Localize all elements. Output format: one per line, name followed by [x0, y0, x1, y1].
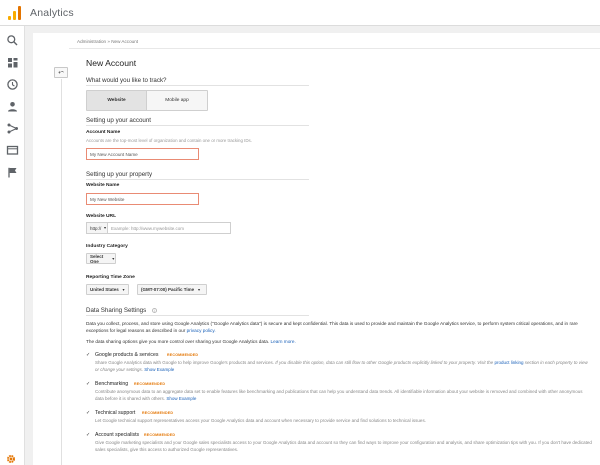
website-url-group: http://▼ Example: http://www.mywebsite.c… [86, 222, 231, 234]
track-option-mobile-app[interactable]: Mobile app [147, 91, 207, 110]
analytics-logo-icon[interactable] [6, 4, 24, 22]
timeline-rule [61, 79, 62, 465]
website-name-label: Website Name [86, 183, 120, 188]
option-label-benchmarking: Benchmarking [95, 381, 129, 387]
timezone-country-select[interactable]: United States ▼ [86, 284, 129, 295]
track-toggle: Website Mobile app [86, 90, 208, 111]
gear-icon[interactable] [6, 451, 16, 464]
caret-down-icon: ▼ [111, 256, 115, 261]
account-heading: Setting up your account [86, 117, 152, 124]
timezone-label: Reporting Time Zone [86, 275, 135, 280]
divider [86, 125, 309, 126]
url-protocol-select[interactable]: http://▼ [86, 222, 108, 234]
left-nav [0, 26, 25, 465]
industry-select[interactable]: Select One ▼ [86, 253, 116, 264]
industry-label: Industry Category [86, 244, 128, 249]
fork-icon[interactable] [6, 122, 19, 135]
option-label-account-specialists: Account specialists [95, 432, 140, 438]
breadcrumb[interactable]: Administration » New Account [77, 39, 138, 44]
track-heading: What would you like to track? [86, 77, 167, 84]
account-name-hint: Accounts are the top-most level of organ… [86, 138, 252, 143]
recommended-badge: RECOMMENDED [144, 433, 176, 437]
page-title: New Account [86, 58, 137, 68]
search-icon[interactable] [6, 34, 19, 47]
checkbox-google-products[interactable]: ✓ [86, 352, 91, 358]
dashboard-icon[interactable] [6, 56, 19, 69]
option-label-google-products: Google products & services [95, 352, 159, 358]
option-desc-account-specialists: Give Google marketing specialists and yo… [95, 440, 592, 452]
display-icon[interactable] [6, 144, 19, 157]
sharing-intro-2: The data sharing options give you more c… [86, 339, 296, 344]
recommended-badge: RECOMMENDED [142, 411, 174, 415]
privacy-policy-link[interactable]: privacy policy. [187, 328, 216, 333]
learn-more-link[interactable]: Learn more. [271, 339, 296, 344]
sharing-heading: Data Sharing Settings [86, 307, 147, 314]
divider [86, 179, 309, 180]
divider [86, 85, 309, 86]
main-panel: Administration » New Account ⬿ New Accou… [33, 33, 600, 465]
checkbox-account-specialists[interactable]: ✓ [86, 432, 91, 438]
option-desc-technical-support: Let Google technical support representat… [95, 418, 426, 423]
sharing-intro: Data you collect, process, and store usi… [86, 321, 578, 333]
caret-down-icon: ▼ [103, 226, 107, 230]
website-url-label: Website URL [86, 214, 117, 219]
track-option-website[interactable]: Website [87, 91, 147, 110]
product-linking-link[interactable]: product linking [494, 360, 523, 365]
info-icon[interactable]: i [152, 308, 157, 313]
recommended-badge: RECOMMENDED [167, 353, 199, 357]
checkbox-benchmarking[interactable]: ✓ [86, 381, 91, 387]
top-bar: Analytics [0, 0, 600, 26]
account-name-field[interactable]: My New Account Name [86, 148, 199, 160]
clock-icon[interactable] [6, 78, 19, 91]
checkbox-technical-support[interactable]: ✓ [86, 410, 91, 416]
website-url-input[interactable]: Example: http://www.mywebsite.com [108, 222, 231, 234]
flag-icon[interactable] [6, 166, 19, 179]
divider [86, 315, 309, 316]
timezone-zone-select[interactable]: (GMT-07:00) Pacific Time ▼ [137, 284, 207, 295]
caret-down-icon: ▼ [121, 287, 126, 292]
app-title: Analytics [30, 6, 74, 19]
option-label-technical-support: Technical support [95, 410, 136, 416]
breadcrumb-divider [69, 48, 600, 49]
person-icon[interactable] [6, 100, 19, 113]
property-heading: Setting up your property [86, 171, 153, 178]
account-name-label: Account Name [86, 130, 121, 135]
back-button[interactable]: ⬿ [54, 67, 68, 78]
website-name-field[interactable]: My New Website [86, 193, 199, 205]
option-desc-benchmarking: Contribute anonymous data to an aggregat… [95, 389, 583, 401]
back-arrow-icon: ⬿ [58, 68, 64, 76]
recommended-badge: RECOMMENDED [134, 382, 166, 386]
caret-down-icon: ▼ [197, 287, 201, 292]
show-example-link[interactable]: Show Example [144, 367, 174, 372]
show-example-link[interactable]: Show Example [166, 396, 196, 401]
option-desc-google-products: Share Google Analytics data with Google … [95, 360, 588, 372]
